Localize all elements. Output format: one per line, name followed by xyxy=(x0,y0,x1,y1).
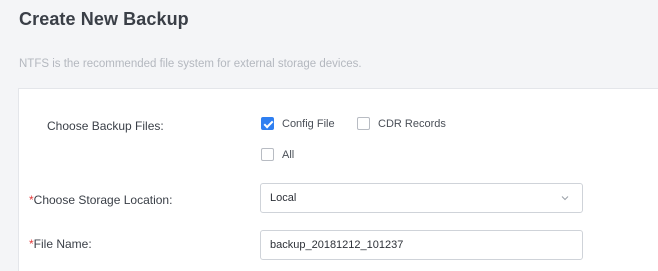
chevron-down-icon xyxy=(561,196,569,201)
config-file-checkbox[interactable] xyxy=(261,117,274,130)
file-name-input[interactable]: backup_20181212_101237 xyxy=(260,230,583,260)
backup-files-label: Choose Backup Files: xyxy=(47,119,164,133)
all-option[interactable]: All xyxy=(261,148,294,161)
cdr-records-option[interactable]: CDR Records xyxy=(357,117,446,130)
all-checkbox[interactable] xyxy=(261,148,274,161)
file-name-value: backup_20181212_101237 xyxy=(270,239,404,251)
page-title: Create New Backup xyxy=(19,9,189,29)
config-file-option[interactable]: Config File xyxy=(261,117,335,130)
storage-hint: NTFS is the recommended file system for … xyxy=(19,58,362,70)
cdr-records-checkbox[interactable] xyxy=(357,117,370,130)
storage-location-value: Local xyxy=(270,192,297,204)
storage-location-label: Choose Storage Location: xyxy=(33,193,173,207)
file-name-label-group: *File Name: xyxy=(29,237,92,251)
backup-form-card: Choose Backup Files: Config File CDR Rec… xyxy=(18,88,658,271)
config-file-label: Config File xyxy=(282,117,335,130)
cdr-records-label: CDR Records xyxy=(378,117,446,130)
all-label: All xyxy=(282,148,295,161)
file-name-label: File Name: xyxy=(33,237,92,251)
storage-location-label-group: *Choose Storage Location: xyxy=(29,193,172,207)
storage-location-select[interactable]: Local xyxy=(260,183,583,213)
